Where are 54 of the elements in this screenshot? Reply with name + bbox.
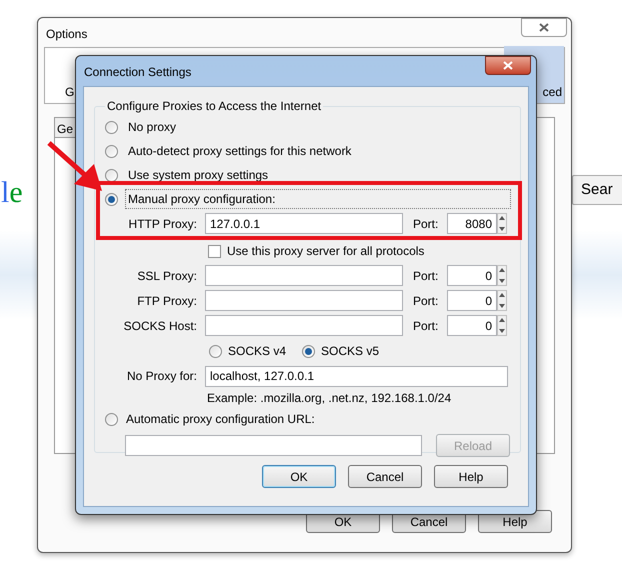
dialog-button[interactable]: Cancel <box>348 465 422 488</box>
radio-button[interactable] <box>302 344 316 358</box>
radio-button[interactable] <box>105 192 118 206</box>
close-button[interactable] <box>485 56 531 75</box>
radio-button[interactable] <box>105 412 118 426</box>
radio-label: No proxy <box>127 119 178 136</box>
dialog-button[interactable]: Help <box>434 465 508 488</box>
close-button[interactable] <box>521 18 567 37</box>
field-label: FTP Proxy: <box>136 292 198 310</box>
arrow-icon <box>46 140 103 192</box>
checkbox-label: Use this proxy server for all protocols <box>227 243 424 260</box>
field-label: Port: <box>412 268 440 284</box>
field-label: HTTP Proxy: <box>128 216 198 232</box>
radio-button[interactable] <box>105 144 118 158</box>
url-field[interactable] <box>125 435 422 456</box>
port-field[interactable]: 0 <box>447 265 497 286</box>
group-title: Configure Proxies to Access the Internet <box>106 98 322 115</box>
radio-label: Use system proxy settings <box>127 167 270 184</box>
radio-label: Automatic proxy configuration URL: <box>126 411 315 428</box>
proxy-field[interactable] <box>205 290 403 311</box>
spinner-icon[interactable] <box>497 265 507 286</box>
spinner-icon[interactable] <box>497 213 507 234</box>
field-label: Port: <box>412 216 440 232</box>
radio-button[interactable] <box>209 344 222 358</box>
window-title: Connection Settings <box>84 64 192 81</box>
radio-label: Manual proxy configuration: <box>126 190 510 208</box>
radio-button[interactable] <box>105 168 118 182</box>
port-field[interactable]: 0 <box>447 290 497 311</box>
close-icon <box>503 61 513 70</box>
search-button[interactable]: Sear <box>572 175 622 205</box>
field-label: SSL Proxy: <box>136 268 198 284</box>
radio-label: Auto-detect proxy settings for this network <box>127 143 352 160</box>
radio-button[interactable] <box>105 120 118 134</box>
close-icon <box>539 23 549 32</box>
field-label: Port: <box>412 292 440 310</box>
proxy-field[interactable]: 127.0.0.1 <box>205 213 403 234</box>
example-text: Example: .mozilla.org, .net.nz, 192.168.1.0/24 <box>207 390 452 407</box>
spinner-icon[interactable] <box>497 315 507 336</box>
field-label: No Proxy for: <box>126 368 198 385</box>
checkbox[interactable] <box>208 244 221 258</box>
field-label: Port: <box>412 318 440 334</box>
radio-label: SOCKS v5 <box>321 343 380 360</box>
dialog-button[interactable]: OK <box>262 465 336 488</box>
proxy-field[interactable] <box>205 265 403 286</box>
spinner-icon[interactable] <box>497 290 507 311</box>
tab[interactable]: Ge <box>55 118 76 138</box>
radio-label: SOCKS v4 <box>228 343 286 360</box>
no-proxy-field[interactable]: localhost, 127.0.0.1 <box>205 366 508 386</box>
port-field[interactable]: 0 <box>447 315 497 336</box>
field-label: SOCKS Host: <box>122 318 198 334</box>
port-field[interactable]: 8080 <box>447 213 497 234</box>
logo-text: le <box>1 175 23 211</box>
window-title: Options <box>46 26 88 43</box>
proxy-field[interactable] <box>205 315 403 336</box>
